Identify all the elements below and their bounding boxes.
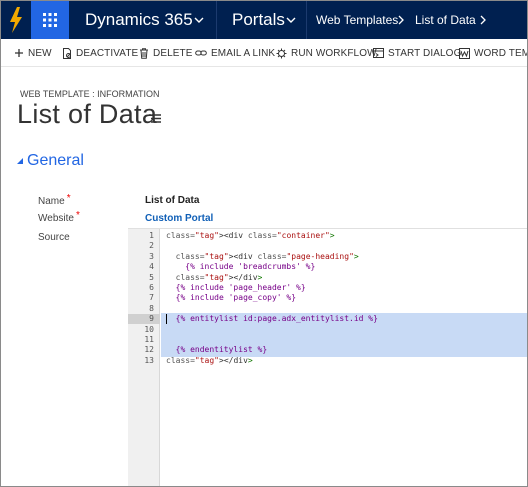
code-text: {% entitylist id:page.adx_entitylist.id … — [166, 314, 378, 324]
code-line[interactable]: 10 — [128, 324, 527, 335]
code-line[interactable]: 3 class="tag"><div class="page-heading"> — [128, 251, 527, 262]
section-header-general[interactable]: General — [16, 152, 84, 170]
entity-form-label: WEB TEMPLATE : INFORMATION — [20, 89, 160, 99]
delete-button-label: DELETE — [153, 47, 193, 59]
trash-icon — [140, 47, 148, 59]
code-text: {% include 'breadcrumbs' %} — [166, 262, 316, 272]
app-switcher[interactable]: Dynamics 365 — [69, 1, 217, 39]
code-line[interactable]: 5 class="tag"></div> — [128, 272, 527, 283]
name-label-text: Name — [38, 196, 65, 207]
required-marker: * — [75, 210, 80, 221]
start-dialog-button-label: START DIALOG — [388, 47, 462, 59]
chevron-down-icon — [286, 17, 296, 23]
source-field-label: Source — [38, 232, 70, 243]
section-title: General — [27, 152, 84, 169]
line-number: 4 — [149, 262, 154, 272]
code-text: class="tag"></div> — [175, 272, 263, 282]
code-line[interactable]: 4 {% include 'breadcrumbs' %} — [128, 262, 527, 272]
code-text: {% include 'page_copy' %} — [166, 293, 297, 303]
top-navigation-bar: Dynamics 365 Portals Web Templates List … — [1, 1, 527, 39]
area-switcher[interactable]: Portals — [217, 1, 307, 39]
line-number: 12 — [144, 345, 154, 355]
code-text: class="tag"></div> — [166, 355, 253, 365]
collapse-triangle-icon — [17, 158, 23, 164]
code-line[interactable]: 13 class="tag"></div> — [128, 355, 527, 366]
website-lookup-link[interactable]: Custom Portal — [145, 213, 213, 224]
line-number: 13 — [144, 355, 154, 365]
website-field-label: Website * — [38, 210, 80, 224]
line-number: 9 — [149, 314, 154, 324]
website-label-text: Website — [38, 213, 74, 224]
new-button[interactable]: NEW — [14, 39, 52, 67]
deactivate-button[interactable]: DEACTIVATE — [62, 39, 138, 67]
line-number: 2 — [149, 241, 154, 251]
waffle-icon — [43, 13, 57, 27]
word-templates-button[interactable]: WORD TEMPLATES — [459, 39, 527, 67]
code-line[interactable]: 1 class="tag"><div class="container"> — [128, 231, 527, 241]
link-icon — [195, 50, 207, 56]
start-dialog-button[interactable]: START DIALOG — [373, 39, 461, 67]
delete-button[interactable]: DELETE — [139, 39, 193, 67]
email-a-link-button-label: EMAIL A LINK — [211, 47, 276, 59]
app-name: Dynamics 365 — [85, 10, 193, 29]
command-bar: NEW DEACTIVATE DELETE EMAIL A LINK RUN W… — [1, 39, 527, 67]
breadcrumb-label: List of Data — [415, 13, 476, 27]
dynamics-logo[interactable] — [1, 1, 31, 39]
new-button-label: NEW — [28, 47, 52, 59]
name-field-value[interactable]: List of Data — [145, 195, 199, 206]
breadcrumb-label: Web Templates — [316, 13, 399, 27]
code-line[interactable]: 9 {% entitylist id:page.adx_entitylist.i… — [128, 314, 527, 325]
app-launcher-button[interactable] — [31, 1, 69, 39]
line-number: 7 — [149, 293, 154, 303]
chevron-down-icon — [194, 17, 204, 23]
code-line[interactable]: 12 {% endentitylist %} — [128, 345, 527, 355]
chevron-right-icon[interactable] — [479, 15, 487, 25]
line-number: 6 — [149, 283, 154, 292]
code-line[interactable]: 7 {% include 'page_copy' %} — [128, 293, 527, 303]
word-icon — [459, 47, 470, 59]
breadcrumb-web-templates[interactable]: Web Templates — [316, 1, 398, 39]
code-line[interactable]: 8 — [128, 303, 527, 314]
code-text: class="tag"><div class="page-heading"> — [175, 251, 359, 261]
line-number: 3 — [149, 251, 154, 261]
code-line[interactable]: 2 — [128, 241, 527, 251]
line-number: 1 — [149, 231, 154, 240]
plus-icon — [15, 49, 23, 57]
code-text: {% endentitylist %} — [166, 345, 268, 355]
word-templates-button-label: WORD TEMPLATES — [474, 47, 527, 59]
page-title: List of Data — [17, 99, 158, 129]
line-number: 10 — [144, 324, 154, 334]
name-field-label: Name * — [38, 193, 71, 207]
breadcrumb-list-of-data[interactable]: List of Data — [415, 1, 476, 39]
code-text: class="tag"><div class="container"> — [166, 231, 335, 240]
lightning-bolt-icon — [10, 7, 22, 33]
form-selector-icon[interactable] — [149, 114, 161, 124]
deactivate-icon — [63, 47, 71, 59]
deactivate-button-label: DEACTIVATE — [76, 47, 139, 59]
dialog-icon — [373, 48, 384, 58]
required-marker: * — [66, 193, 71, 204]
area-name: Portals — [232, 10, 285, 29]
line-number: 11 — [144, 335, 154, 344]
line-number: 5 — [149, 272, 154, 282]
code-text: {% include 'page_header' %} — [166, 283, 306, 292]
run-workflow-button[interactable]: RUN WORKFLOW — [276, 39, 377, 67]
chevron-right-icon — [398, 15, 404, 25]
code-line[interactable]: 6 {% include 'page_header' %} — [128, 283, 527, 293]
code-line[interactable]: 11 — [128, 335, 527, 345]
line-number: 8 — [149, 303, 154, 313]
email-a-link-button[interactable]: EMAIL A LINK — [195, 39, 275, 67]
workflow-icon — [276, 48, 287, 58]
source-code-editor[interactable]: 1 class="tag"><div class="container"> 2 3 c… — [128, 228, 527, 486]
run-workflow-button-label: RUN WORKFLOW — [291, 47, 377, 59]
app-window: Dynamics 365 Portals Web Templates List … — [0, 0, 528, 487]
